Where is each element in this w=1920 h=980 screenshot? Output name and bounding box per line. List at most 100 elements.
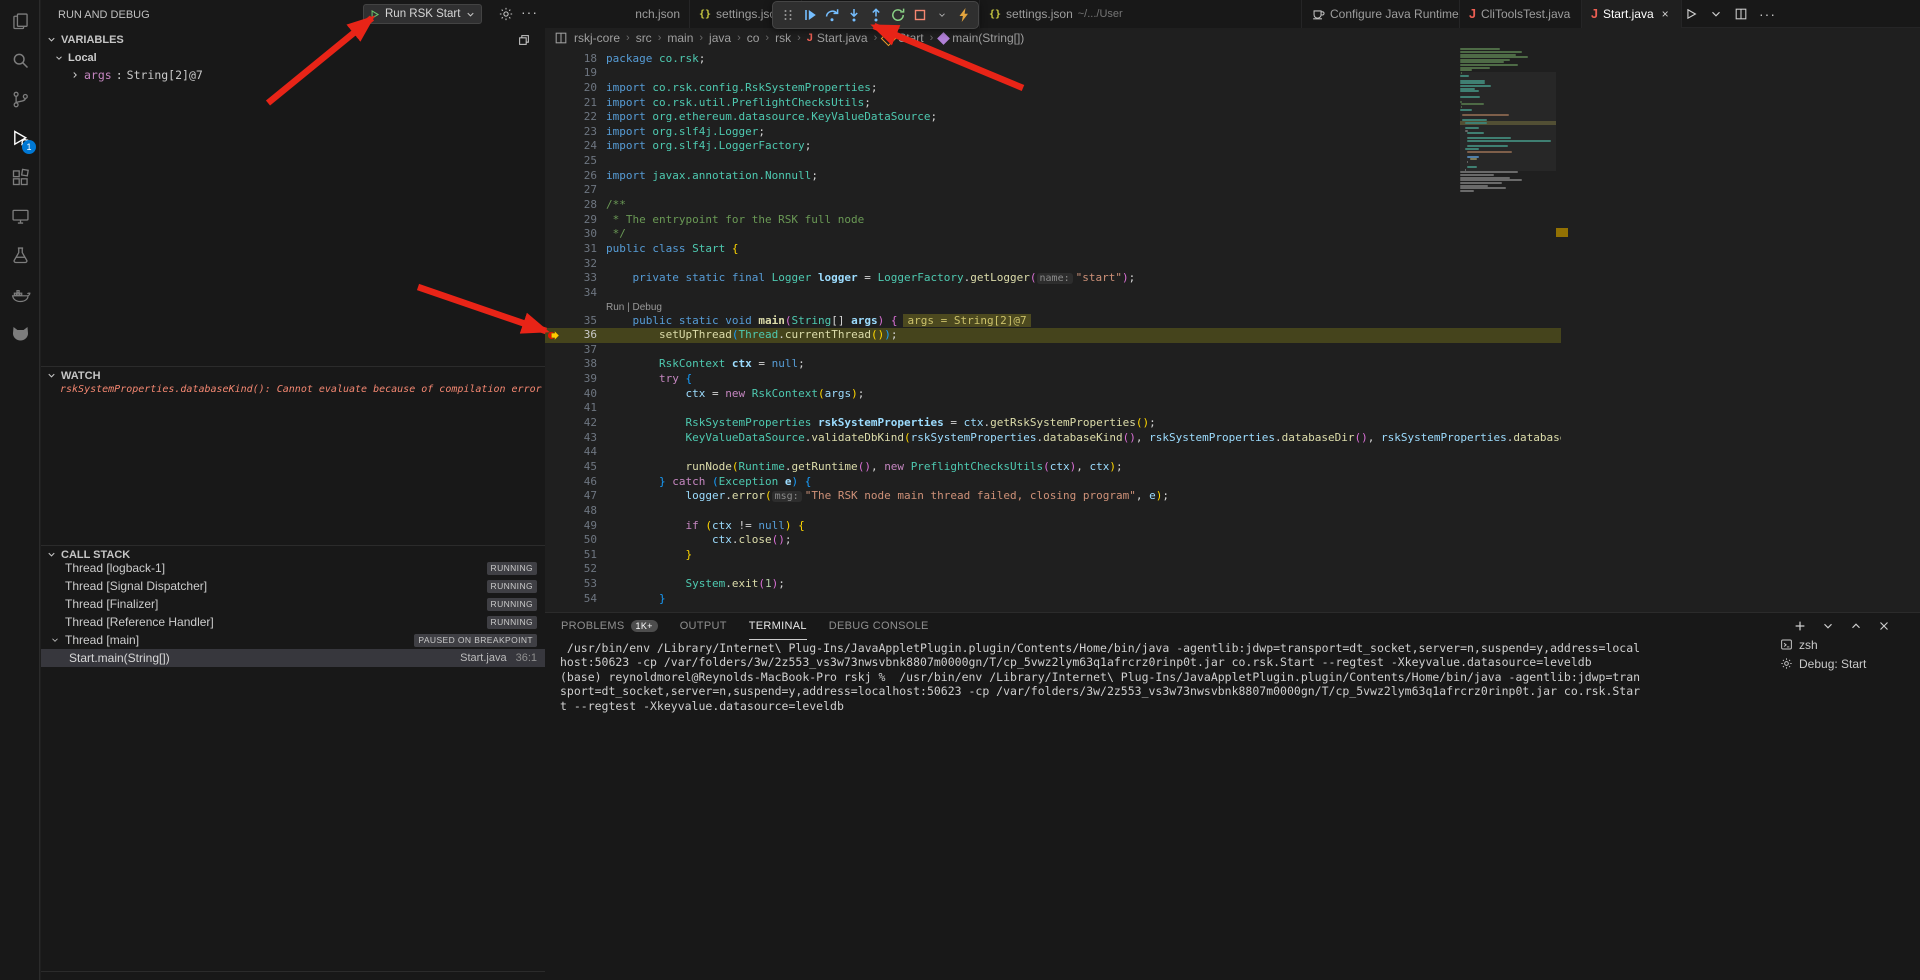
activity-search[interactable] (0, 41, 40, 80)
code-line-39[interactable]: 39 try { (545, 372, 1561, 387)
step-over-icon[interactable] (822, 6, 841, 25)
code-line-47[interactable]: 47 logger.error(msg:"The RSK node main t… (545, 489, 1561, 504)
codelens-run-link[interactable]: Run (606, 302, 624, 313)
call-stack-thread[interactable]: Thread [Reference Handler]RUNNING (41, 613, 545, 631)
terminal-output[interactable]: /usr/bin/env /Library/Internet\ Plug-Ins… (560, 641, 1775, 713)
tab-configure-java-runtime[interactable]: Configure Java Runtime (1302, 0, 1460, 28)
close-icon[interactable]: × (1662, 7, 1669, 21)
breakpoint-current-line-icon[interactable] (545, 328, 561, 343)
variable-args[interactable]: args: String[2]@7 (70, 68, 203, 82)
tab-settings-json[interactable]: {}settings.json~/.../User (980, 0, 1302, 28)
run-button[interactable] (1684, 7, 1698, 21)
code-line-53[interactable]: 53 System.exit(1); (545, 577, 1561, 592)
breadcrumb-item[interactable]: Start (883, 31, 923, 45)
breadcrumb-item[interactable]: java (709, 31, 731, 45)
split-editor-icon[interactable] (1734, 7, 1748, 21)
code-line-36[interactable]: 36 setUpThread(Thread.currentThread()); (545, 328, 1561, 343)
call-stack-thread[interactable]: Thread [logback-1]RUNNING (41, 559, 545, 577)
code-line-27[interactable]: 27 (545, 183, 1561, 198)
watch-expression[interactable]: rskSystemProperties.databaseKind(): Cann… (60, 384, 542, 395)
code-line-25[interactable]: 25 (545, 154, 1561, 169)
code-line-38[interactable]: 38 RskContext ctx = null; (545, 357, 1561, 372)
code-line-28[interactable]: 28/** (545, 198, 1561, 213)
code-line-54[interactable]: 54 } (545, 592, 1561, 607)
activity-explorer[interactable] (0, 2, 40, 41)
panel-layout-icon[interactable] (517, 33, 531, 47)
minimap[interactable] (1460, 30, 1556, 200)
code-line-31[interactable]: 31public class Start { (545, 242, 1561, 257)
code-line-24[interactable]: 24import org.slf4j.LoggerFactory; (545, 139, 1561, 154)
code-line-19[interactable]: 19 (545, 66, 1561, 81)
variables-section-header[interactable]: VARIABLES (41, 31, 545, 48)
panel-tab-debug-console[interactable]: DEBUG CONSOLE (829, 614, 929, 640)
code-line-20[interactable]: 20import co.rsk.config.RskSystemProperti… (545, 81, 1561, 96)
tab-clitoolstest-java[interactable]: JCliToolsTest.java (1460, 0, 1582, 28)
panel-tab-problems[interactable]: PROBLEMS1K+ (561, 614, 658, 640)
code-line-29[interactable]: 29 * The entrypoint for the RSK full nod… (545, 213, 1561, 228)
code-editor[interactable]: 17 */18package co.rsk;1920import co.rsk.… (545, 37, 1561, 612)
activity-source-control[interactable] (0, 80, 40, 119)
code-line-30[interactable]: 30 */ (545, 227, 1561, 242)
variables-scope-local[interactable]: Local (54, 52, 97, 64)
code-line-35[interactable]: 35 public static void main(String[] args… (545, 314, 1561, 329)
call-stack-frame[interactable]: Start.main(String[])Start.java36:1 (41, 649, 545, 667)
code-line-51[interactable]: 51 } (545, 548, 1561, 563)
panel-tab-output[interactable]: OUTPUT (680, 614, 727, 640)
chevron-down-icon[interactable] (1821, 619, 1835, 633)
code-line-22[interactable]: 22import org.ethereum.datasource.KeyValu… (545, 110, 1561, 125)
stacked-pages-icon[interactable] (554, 31, 568, 45)
chevron-down-icon[interactable] (932, 6, 951, 25)
breadcrumb-item[interactable]: main(String[]) (939, 31, 1024, 45)
run-config-dropdown[interactable]: Run RSK Start (363, 4, 482, 24)
activity-remote-explorer[interactable] (0, 197, 40, 236)
watch-section-header[interactable]: WATCH (41, 367, 545, 384)
call-stack-thread[interactable]: Thread [main]PAUSED ON BREAKPOINT (41, 631, 545, 649)
chevron-down-icon[interactable] (1709, 7, 1723, 21)
activity-docker[interactable] (0, 275, 40, 314)
call-stack-thread[interactable]: Thread [Signal Dispatcher]RUNNING (41, 577, 545, 595)
breadcrumb-item[interactable]: main (667, 31, 693, 45)
activity-run-and-debug[interactable]: 1 (0, 119, 40, 158)
close-panel-icon[interactable] (1877, 619, 1891, 633)
step-into-icon[interactable] (844, 6, 863, 25)
breadcrumb-item[interactable]: src (636, 31, 652, 45)
code-line-43[interactable]: 43 KeyValueDataSource.validateDbKind(rsk… (545, 431, 1561, 446)
code-line-49[interactable]: 49 if (ctx != null) { (545, 519, 1561, 534)
activity-fox-extension[interactable] (0, 314, 40, 353)
activity-extensions[interactable] (0, 158, 40, 197)
code-line-48[interactable]: 48 (545, 504, 1561, 519)
code-line-44[interactable]: 44 (545, 445, 1561, 460)
breadcrumb-item[interactable]: rsk (775, 31, 791, 45)
tab-start-java[interactable]: JStart.java× (1582, 0, 1682, 28)
new-terminal-icon[interactable] (1793, 619, 1807, 633)
code-line-37[interactable]: 37 (545, 343, 1561, 358)
code-line-18[interactable]: 18package co.rsk; (545, 52, 1561, 67)
hot-code-replace-icon[interactable] (954, 6, 973, 25)
codelens-debug-link[interactable]: Debug (633, 302, 662, 313)
step-out-icon[interactable] (866, 6, 885, 25)
call-stack-thread[interactable]: Thread [Finalizer]RUNNING (41, 595, 545, 613)
code-line-33[interactable]: 33 private static final Logger logger = … (545, 271, 1561, 286)
maximize-panel-icon[interactable] (1849, 619, 1863, 633)
tab-nch-json[interactable]: nch.json (545, 0, 690, 28)
breadcrumb-item[interactable]: rskj-core (574, 31, 620, 45)
gear-icon[interactable] (498, 6, 514, 22)
code-line-41[interactable]: 41 (545, 401, 1561, 416)
continue-icon[interactable] (800, 6, 819, 25)
code-line-50[interactable]: 50 ctx.close(); (545, 533, 1561, 548)
restart-icon[interactable] (888, 6, 907, 25)
code-line-32[interactable]: 32 (545, 257, 1561, 272)
breadcrumb-item[interactable]: JStart.java (807, 31, 868, 45)
panel-tab-terminal[interactable]: TERMINAL (749, 614, 807, 640)
breadcrumb-item[interactable]: co (747, 31, 760, 45)
code-line-52[interactable]: 52 (545, 562, 1561, 577)
code-line-40[interactable]: 40 ctx = new RskContext(args); (545, 387, 1561, 402)
code-line-34[interactable]: 34 (545, 286, 1561, 301)
activity-testing[interactable] (0, 236, 40, 275)
code-line-42[interactable]: 42 RskSystemProperties rskSystemProperti… (545, 416, 1561, 431)
code-line-23[interactable]: 23import org.slf4j.Logger; (545, 125, 1561, 140)
stop-icon[interactable] (910, 6, 929, 25)
terminal-tab-zsh[interactable]: zsh (1770, 635, 1920, 654)
code-line-26[interactable]: 26import javax.annotation.Nonnull; (545, 169, 1561, 184)
code-line-45[interactable]: 45 runNode(Runtime.getRuntime(), new Pre… (545, 460, 1561, 475)
